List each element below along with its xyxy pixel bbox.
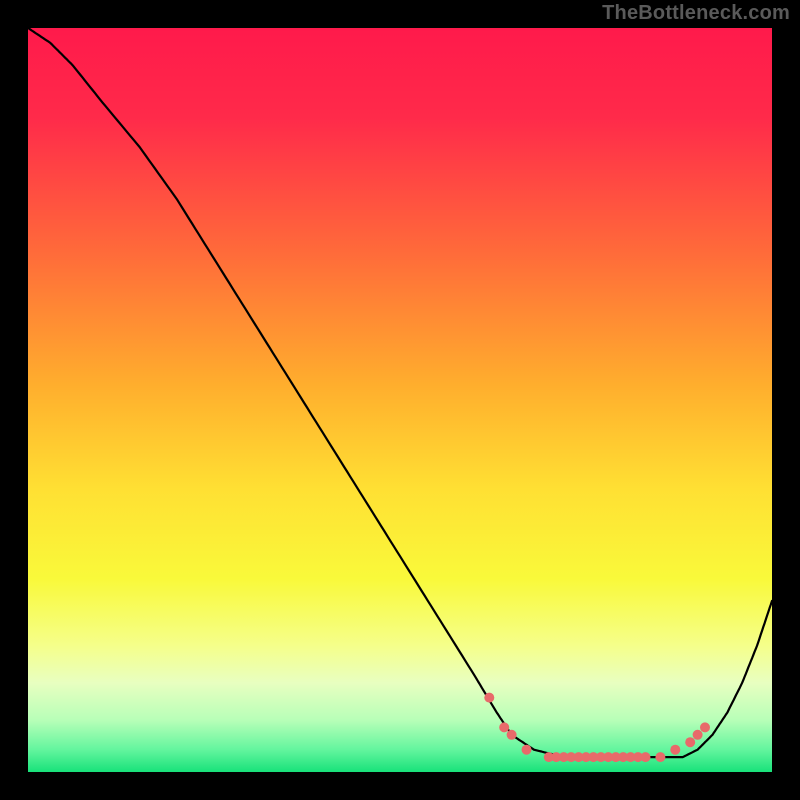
marker-dot — [507, 730, 517, 740]
marker-dot — [693, 730, 703, 740]
marker-dot — [641, 752, 651, 762]
plot-area — [28, 28, 772, 772]
marker-dot — [499, 722, 509, 732]
marker-dot — [655, 752, 665, 762]
marker-dot — [484, 693, 494, 703]
marker-dot — [522, 745, 532, 755]
marker-dot — [670, 745, 680, 755]
watermark-label: TheBottleneck.com — [602, 2, 790, 25]
chart-frame: TheBottleneck.com — [0, 0, 800, 800]
marker-dot — [700, 722, 710, 732]
chart-svg — [28, 28, 772, 772]
gradient-background — [28, 28, 772, 772]
marker-dot — [685, 737, 695, 747]
